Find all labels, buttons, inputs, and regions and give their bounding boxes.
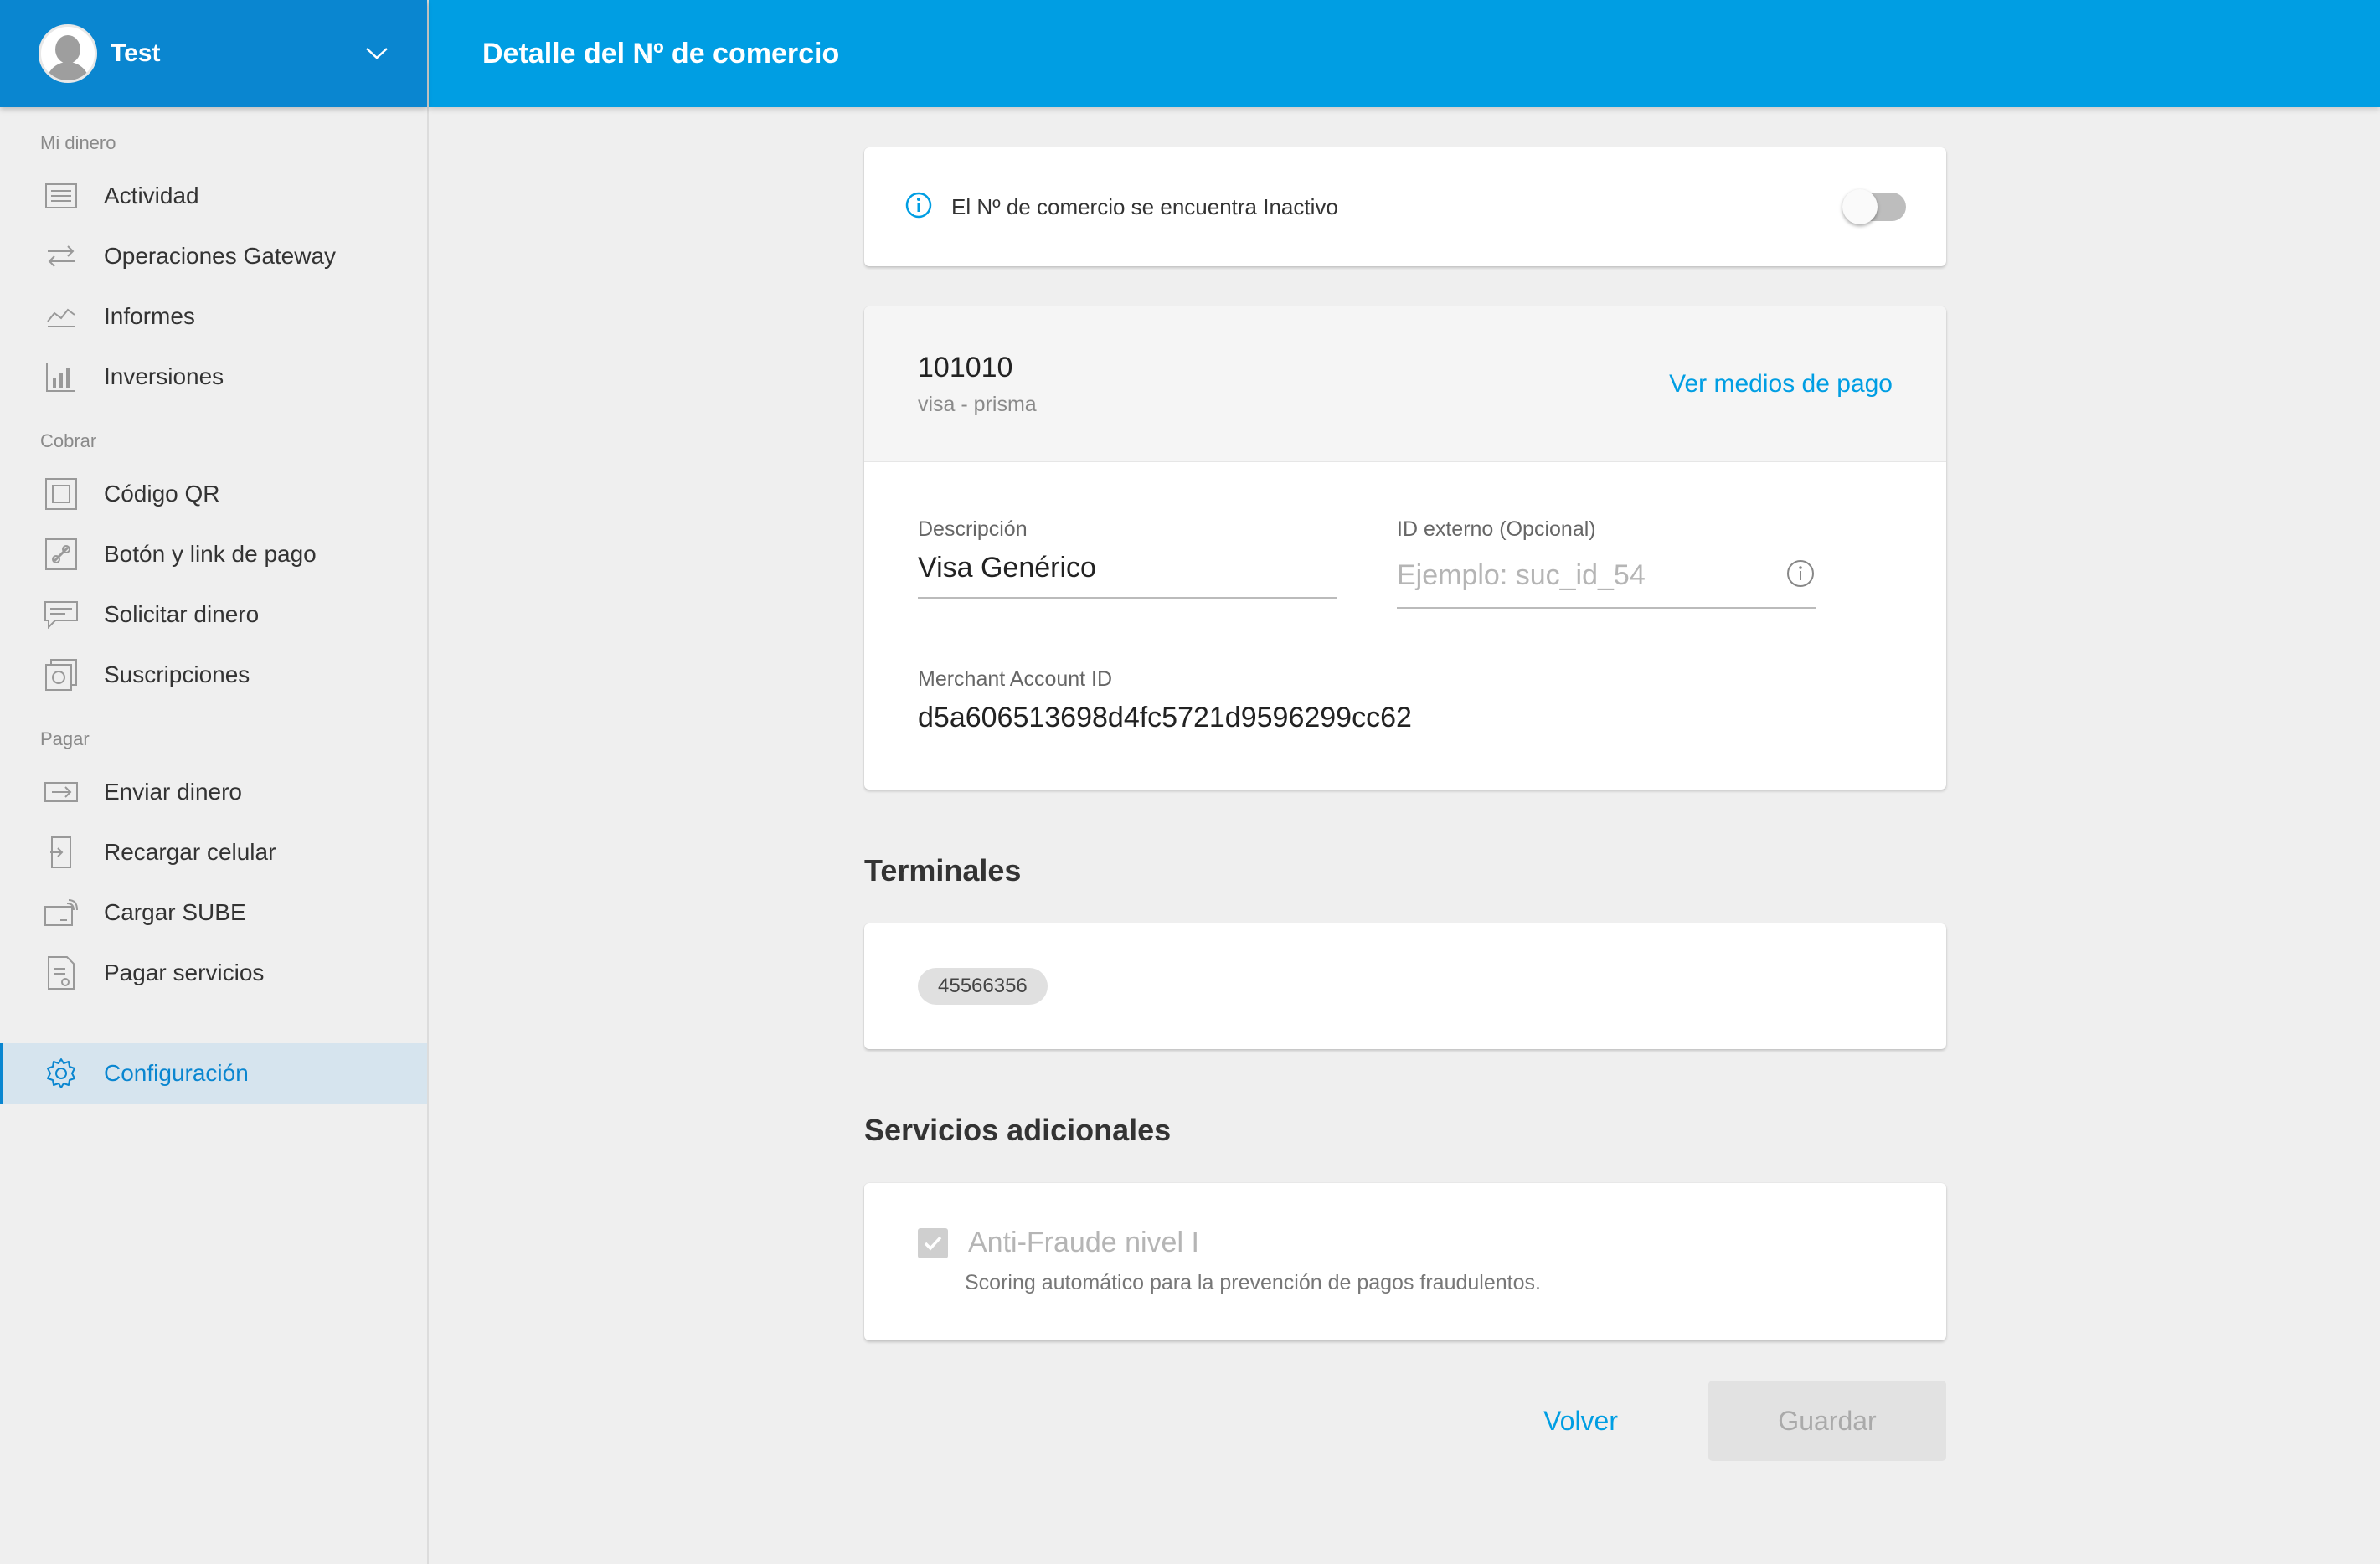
antifraud-checkbox[interactable]	[918, 1227, 948, 1258]
sidebar-item-enviar-dinero[interactable]: Enviar dinero	[0, 762, 427, 822]
subscription-icon	[42, 656, 80, 694]
sidebar-item-informes[interactable]: Informes	[0, 286, 427, 347]
sidebar-item-label: Configuración	[104, 1060, 249, 1086]
merchant-detail-card: 101010 visa - prisma Ver medios de pago …	[864, 306, 1946, 790]
merchant-body: Descripción Visa Genérico ID externo (Op…	[864, 462, 1946, 790]
bar-chart-icon	[42, 358, 80, 396]
sidebar-item-codigo-qr[interactable]: Código QR	[0, 464, 427, 524]
merchant-subtitle: visa - prisma	[918, 392, 1037, 416]
sidebar: Test Mi dinero Actividad Operaciones Gat…	[0, 0, 429, 1564]
sidebar-item-recargar-celular[interactable]: Recargar celular	[0, 822, 427, 882]
page-title: Detalle del Nº de comercio	[482, 37, 840, 69]
sidebar-item-solicitar-dinero[interactable]: Solicitar dinero	[0, 584, 427, 645]
save-button[interactable]: Guardar	[1708, 1381, 1946, 1461]
sidebar-item-boton-link-pago[interactable]: Botón y link de pago	[0, 524, 427, 584]
arrows-icon	[42, 237, 80, 275]
phone-icon	[42, 833, 80, 872]
message-icon	[42, 595, 80, 634]
antifraud-option[interactable]: Anti-Fraude nivel I	[918, 1227, 1893, 1259]
user-name: Test	[111, 39, 161, 67]
chart-line-icon	[42, 297, 80, 336]
status-text: El Nº de comercio se encuentra Inactivo	[951, 193, 1338, 219]
merchant-header: 101010 visa - prisma Ver medios de pago	[864, 306, 1946, 462]
status-card: El Nº de comercio se encuentra Inactivo	[864, 147, 1946, 266]
sidebar-item-operaciones-gateway[interactable]: Operaciones Gateway	[0, 226, 427, 286]
section-title: Pagar	[40, 728, 90, 749]
sidebar-item-cargar-sube[interactable]: Cargar SUBE	[0, 882, 427, 943]
form-actions: Volver Guardar	[864, 1381, 1946, 1461]
terminals-card: 45566356	[864, 923, 1946, 1049]
services-heading: Servicios adicionales	[864, 1113, 1172, 1147]
sidebar-section-pagar: Pagar Enviar dinero Recargar celular Car…	[0, 728, 427, 1003]
page-header: Detalle del Nº de comercio	[429, 0, 2380, 107]
link-icon	[42, 535, 80, 574]
info-icon[interactable]	[1785, 558, 1816, 593]
chevron-down-icon[interactable]	[365, 47, 389, 60]
description-value[interactable]: Visa Genérico	[918, 552, 1337, 599]
merchant-account-value: d5a606513698d4fc5721d9596299cc62	[918, 702, 1412, 733]
info-icon	[904, 191, 933, 224]
card-icon	[42, 893, 80, 932]
sidebar-section-cobrar: Cobrar Código QR Botón y link de pago So…	[0, 430, 427, 705]
services-card: Anti-Fraude nivel I Scoring automático p…	[864, 1183, 1946, 1340]
sidebar-item-suscripciones[interactable]: Suscripciones	[0, 645, 427, 705]
merchant-number: 101010	[918, 351, 1013, 383]
external-id-input[interactable]	[1397, 558, 1785, 592]
main-content: El Nº de comercio se encuentra Inactivo …	[864, 147, 1946, 1461]
sidebar-nav: Mi dinero Actividad Operaciones Gateway	[0, 107, 427, 1104]
sidebar-item-label: Cargar SUBE	[104, 899, 246, 925]
sidebar-item-label: Solicitar dinero	[104, 601, 260, 627]
app: Test Mi dinero Actividad Operaciones Gat…	[0, 0, 2380, 1564]
avatar	[39, 24, 97, 83]
sidebar-item-label: Recargar celular	[104, 839, 276, 865]
sidebar-item-label: Actividad	[104, 183, 199, 208]
external-id-label: ID externo (Opcional)	[1397, 517, 1596, 541]
sidebar-item-label: Operaciones Gateway	[104, 243, 337, 269]
status-toggle[interactable]	[1842, 189, 1906, 224]
sidebar-section-mi-dinero: Mi dinero Actividad Operaciones Gateway	[0, 132, 427, 407]
send-icon	[42, 773, 80, 811]
sidebar-item-label: Informes	[104, 303, 195, 329]
back-button[interactable]: Volver	[1543, 1406, 1618, 1437]
sidebar-item-inversiones[interactable]: Inversiones	[0, 347, 427, 407]
sidebar-item-label: Pagar servicios	[104, 959, 265, 985]
terminals-heading: Terminales	[864, 853, 1022, 887]
sidebar-item-label: Código QR	[104, 481, 220, 507]
payment-methods-link[interactable]: Ver medios de pago	[1669, 370, 1893, 399]
merchant-account-label: Merchant Account ID	[918, 667, 1113, 691]
sidebar-item-label: Suscripciones	[104, 661, 250, 687]
user-menu[interactable]: Test	[0, 0, 427, 107]
description-label: Descripción	[918, 517, 1028, 541]
antifraud-label: Anti-Fraude nivel I	[968, 1227, 1199, 1258]
sidebar-item-label: Botón y link de pago	[104, 541, 317, 567]
qr-icon	[42, 475, 80, 513]
sidebar-item-pagar-servicios[interactable]: Pagar servicios	[0, 943, 427, 1003]
bill-icon	[42, 954, 80, 992]
description-field[interactable]: Descripción Visa Genérico	[918, 517, 1337, 609]
terminal-chip[interactable]: 45566356	[918, 968, 1048, 1005]
toggle-knob	[1842, 189, 1878, 224]
list-icon	[42, 177, 80, 215]
sidebar-item-label: Inversiones	[104, 363, 224, 389]
gear-icon	[42, 1054, 80, 1093]
sidebar-item-configuracion[interactable]: Configuración	[0, 1043, 427, 1104]
sidebar-item-label: Enviar dinero	[104, 779, 242, 805]
sidebar-item-actividad[interactable]: Actividad	[0, 166, 427, 226]
section-title: Mi dinero	[40, 132, 116, 153]
section-title: Cobrar	[40, 430, 97, 451]
external-id-field[interactable]: ID externo (Opcional)	[1397, 517, 1816, 609]
merchant-account-block: Merchant Account ID d5a606513698d4fc5721…	[918, 667, 1893, 734]
antifraud-description: Scoring automático para la prevención de…	[965, 1271, 1541, 1294]
